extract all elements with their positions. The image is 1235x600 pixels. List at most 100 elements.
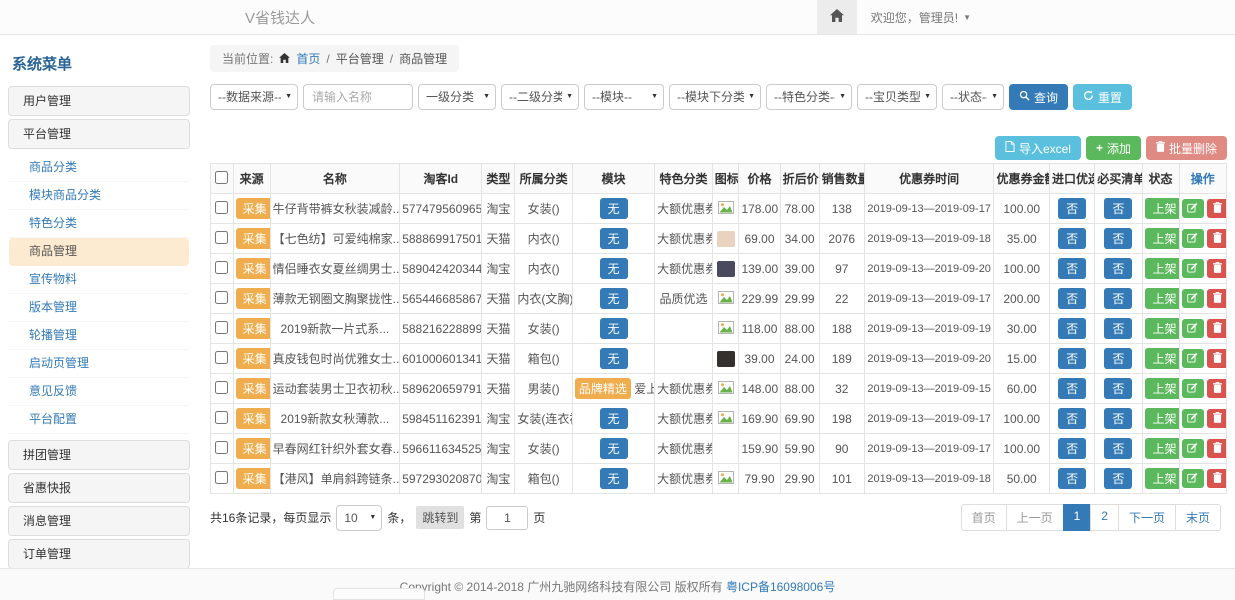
pagination-button-2[interactable]: 1 [1063, 504, 1092, 531]
data-source-select[interactable]: --数据来源-- [210, 84, 298, 110]
icp-link[interactable]: 粤ICP备16098006号 [726, 580, 835, 594]
import-select-toggle[interactable]: 否 [1058, 438, 1086, 459]
must-buy-toggle[interactable]: 否 [1104, 378, 1132, 399]
must-buy-toggle[interactable]: 否 [1104, 288, 1132, 309]
row-checkbox[interactable] [215, 231, 228, 244]
batch-delete-button[interactable]: 批量删除 [1146, 136, 1227, 160]
sidebar-subitem-7[interactable]: 启动页管理 [9, 350, 189, 378]
level2-category-select[interactable]: --二级分类-- [501, 84, 579, 110]
module-none-button[interactable]: 无 [600, 318, 628, 339]
row-checkbox[interactable] [215, 411, 228, 424]
sidebar-group-bottom-2[interactable]: 消息管理 [8, 506, 190, 536]
edit-button[interactable] [1182, 319, 1204, 338]
edit-button[interactable] [1182, 439, 1204, 458]
per-page-select[interactable]: 10 [336, 505, 382, 531]
delete-button[interactable] [1207, 319, 1227, 338]
edit-button[interactable] [1182, 469, 1204, 488]
pagination-button-1[interactable]: 上一页 [1006, 504, 1064, 531]
module-sub-select[interactable]: --模块下分类-- [669, 84, 761, 110]
level1-category-select[interactable]: 一级分类 [418, 84, 496, 110]
status-on-shelf-button[interactable]: 上架 [1145, 258, 1180, 279]
row-checkbox[interactable] [215, 381, 228, 394]
feature-category-select[interactable]: --特色分类-- [766, 84, 852, 110]
item-type-select[interactable]: --宝贝类型-- [857, 84, 937, 110]
edit-button[interactable] [1182, 289, 1204, 308]
status-on-shelf-button[interactable]: 上架 [1145, 438, 1180, 459]
sidebar-group-bottom-1[interactable]: 省惠快报 [8, 473, 190, 503]
pagination-button-3[interactable]: 2 [1090, 504, 1119, 531]
sidebar-group-bottom-0[interactable]: 拼团管理 [8, 440, 190, 470]
user-menu[interactable]: 欢迎您，管理员! ▼ [857, 0, 985, 34]
edit-button[interactable] [1182, 409, 1204, 428]
status-on-shelf-button[interactable]: 上架 [1145, 228, 1180, 249]
status-select[interactable]: --状态-- [942, 84, 1004, 110]
delete-button[interactable] [1207, 199, 1227, 218]
delete-button[interactable] [1207, 289, 1227, 308]
row-checkbox[interactable] [215, 291, 228, 304]
delete-button[interactable] [1207, 439, 1227, 458]
sidebar-group-user-mgmt[interactable]: 用户管理 [8, 86, 190, 116]
sidebar-subitem-3[interactable]: 商品管理 [9, 238, 189, 266]
status-on-shelf-button[interactable]: 上架 [1145, 348, 1180, 369]
status-on-shelf-button[interactable]: 上架 [1145, 318, 1180, 339]
status-on-shelf-button[interactable]: 上架 [1145, 198, 1180, 219]
delete-button[interactable] [1207, 229, 1227, 248]
row-checkbox[interactable] [215, 201, 228, 214]
sidebar-group-platform-mgmt[interactable]: 平台管理 [8, 119, 190, 149]
pagination-button-0[interactable]: 首页 [961, 504, 1007, 531]
sidebar-subitem-2[interactable]: 特色分类 [9, 210, 189, 238]
delete-button[interactable] [1207, 379, 1227, 398]
import-excel-button[interactable]: 导入excel [995, 136, 1081, 160]
sidebar-subitem-1[interactable]: 模块商品分类 [9, 182, 189, 210]
import-select-toggle[interactable]: 否 [1058, 348, 1086, 369]
module-none-button[interactable]: 无 [600, 348, 628, 369]
pagination-button-5[interactable]: 末页 [1175, 504, 1221, 531]
sidebar-subitem-9[interactable]: 平台配置 [9, 406, 189, 434]
import-select-toggle[interactable]: 否 [1058, 468, 1086, 489]
status-on-shelf-button[interactable]: 上架 [1145, 408, 1180, 429]
module-none-button[interactable]: 无 [600, 438, 628, 459]
sidebar-subitem-8[interactable]: 意见反馈 [9, 378, 189, 406]
status-on-shelf-button[interactable]: 上架 [1145, 288, 1180, 309]
sidebar-subitem-5[interactable]: 版本管理 [9, 294, 189, 322]
module-none-button[interactable]: 无 [600, 198, 628, 219]
row-checkbox[interactable] [215, 321, 228, 334]
row-checkbox[interactable] [215, 441, 228, 454]
must-buy-toggle[interactable]: 否 [1104, 228, 1132, 249]
module-select[interactable]: --模块-- [584, 84, 664, 110]
import-select-toggle[interactable]: 否 [1058, 228, 1086, 249]
edit-button[interactable] [1182, 229, 1204, 248]
edit-button[interactable] [1182, 349, 1204, 368]
import-select-toggle[interactable]: 否 [1058, 318, 1086, 339]
status-on-shelf-button[interactable]: 上架 [1145, 378, 1180, 399]
delete-button[interactable] [1207, 469, 1227, 488]
edit-button[interactable] [1182, 379, 1204, 398]
module-none-button[interactable]: 无 [600, 288, 628, 309]
pagination-button-4[interactable]: 下一页 [1118, 504, 1176, 531]
import-select-toggle[interactable]: 否 [1058, 258, 1086, 279]
delete-button[interactable] [1207, 409, 1227, 428]
must-buy-toggle[interactable]: 否 [1104, 438, 1132, 459]
page-number-input[interactable] [486, 506, 528, 530]
status-on-shelf-button[interactable]: 上架 [1145, 468, 1180, 489]
import-select-toggle[interactable]: 否 [1058, 198, 1086, 219]
import-select-toggle[interactable]: 否 [1058, 378, 1086, 399]
add-button[interactable]: + 添加 [1086, 136, 1141, 160]
edit-button[interactable] [1182, 199, 1204, 218]
must-buy-toggle[interactable]: 否 [1104, 258, 1132, 279]
delete-button[interactable] [1207, 349, 1227, 368]
edit-button[interactable] [1182, 259, 1204, 278]
sidebar-subitem-4[interactable]: 宣传物料 [9, 266, 189, 294]
select-all-checkbox[interactable] [215, 171, 228, 184]
must-buy-toggle[interactable]: 否 [1104, 408, 1132, 429]
row-checkbox[interactable] [215, 261, 228, 274]
row-checkbox[interactable] [215, 471, 228, 484]
module-none-button[interactable]: 无 [600, 228, 628, 249]
must-buy-toggle[interactable]: 否 [1104, 318, 1132, 339]
must-buy-toggle[interactable]: 否 [1104, 198, 1132, 219]
must-buy-toggle[interactable]: 否 [1104, 468, 1132, 489]
name-search-input[interactable] [303, 84, 413, 110]
sidebar-group-bottom-3[interactable]: 订单管理 [8, 539, 190, 569]
import-select-toggle[interactable]: 否 [1058, 408, 1086, 429]
search-button[interactable]: 查询 [1009, 84, 1068, 110]
